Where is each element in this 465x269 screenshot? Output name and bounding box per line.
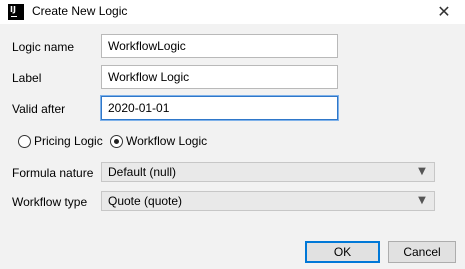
valid-after-label: Valid after bbox=[12, 102, 66, 116]
pricing-logic-radio[interactable] bbox=[18, 135, 31, 148]
logic-name-label: Logic name bbox=[12, 40, 75, 54]
dialog-content: Logic name WorkflowLogic Label Workflow … bbox=[0, 24, 465, 269]
workflow-type-dropdown[interactable]: Quote (quote) ▼ bbox=[101, 191, 435, 211]
pricing-logic-radio-label[interactable]: Pricing Logic bbox=[34, 134, 103, 148]
ok-button[interactable]: OK bbox=[305, 241, 380, 263]
label-field[interactable]: Workflow Logic bbox=[101, 65, 338, 89]
formula-nature-label: Formula nature bbox=[12, 166, 94, 180]
intellij-icon: IJ bbox=[8, 4, 24, 20]
window-title: Create New Logic bbox=[32, 4, 128, 18]
workflow-logic-radio-label[interactable]: Workflow Logic bbox=[126, 134, 207, 148]
workflow-logic-radio[interactable] bbox=[110, 135, 123, 148]
chevron-down-icon[interactable]: ▼ bbox=[415, 164, 429, 180]
close-icon[interactable]: ✕ bbox=[429, 1, 459, 23]
label-label: Label bbox=[12, 71, 42, 85]
chevron-down-icon[interactable]: ▼ bbox=[415, 193, 429, 209]
cancel-button[interactable]: Cancel bbox=[388, 241, 456, 263]
valid-after-field[interactable]: 2020-01-01 bbox=[101, 96, 338, 120]
workflow-type-label: Workflow type bbox=[12, 195, 88, 209]
workflow-type-value: Quote (quote) bbox=[108, 194, 183, 208]
logic-name-field[interactable]: WorkflowLogic bbox=[101, 34, 338, 58]
formula-nature-value: Default (null) bbox=[108, 165, 177, 179]
formula-nature-dropdown[interactable]: Default (null) ▼ bbox=[101, 162, 435, 182]
title-bar: IJ Create New Logic ✕ bbox=[0, 0, 465, 24]
